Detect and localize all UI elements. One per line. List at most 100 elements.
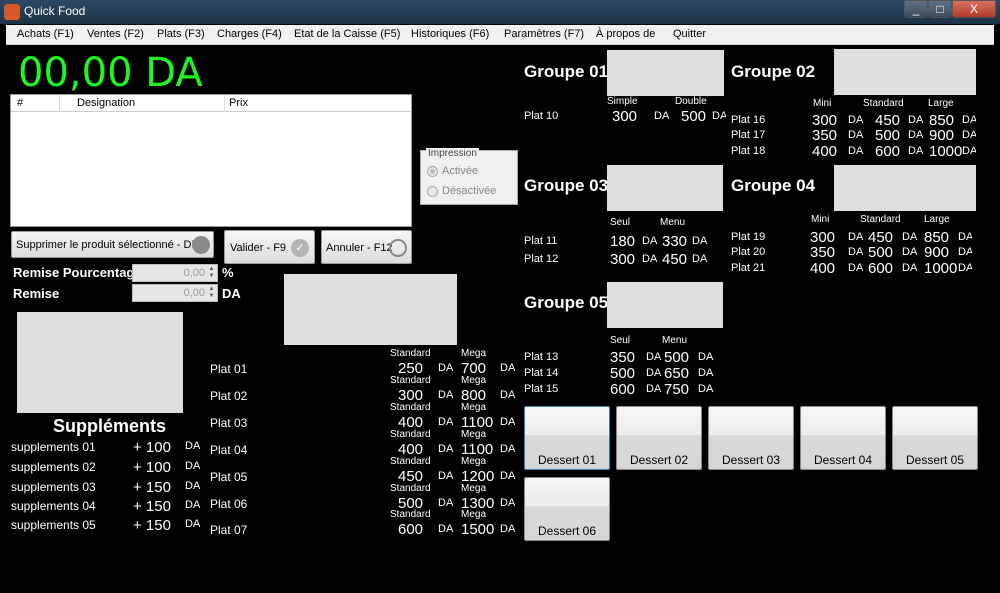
plat-name[interactable]: Plat 21: [731, 262, 765, 274]
plat-price[interactable]: 400: [810, 260, 835, 277]
plat-price[interactable]: 500: [664, 349, 689, 366]
plat-name[interactable]: Plat 11: [524, 235, 557, 247]
supplement-name[interactable]: supplements 04: [11, 499, 96, 513]
plat-price[interactable]: 750: [664, 381, 689, 398]
dessert-button[interactable]: Dessert 02: [616, 406, 702, 470]
group-title: Groupe 01: [524, 62, 609, 81]
radio-activee[interactable]: [427, 166, 438, 177]
supplement-price[interactable]: + 100: [133, 459, 171, 476]
remise-percent-spinner[interactable]: ▲ ▼: [207, 266, 216, 280]
maximize-button[interactable]: □: [928, 0, 952, 18]
column-header-number[interactable]: #: [17, 97, 23, 109]
plat-price[interactable]: 1000: [924, 260, 957, 277]
group-image: [834, 49, 976, 95]
plat-price[interactable]: 350: [810, 244, 835, 261]
remise-amount-input[interactable]: 0,00 ▲ ▼: [132, 284, 218, 302]
plat-price[interactable]: 400: [812, 143, 837, 160]
plat-name[interactable]: Plat 06: [210, 497, 247, 511]
plat-price[interactable]: 1000: [929, 143, 962, 160]
plat-price[interactable]: 350: [610, 349, 635, 366]
price-unit: DA: [908, 129, 924, 141]
plat-price[interactable]: 450: [662, 251, 687, 268]
supplement-unit: DA: [185, 518, 200, 530]
plat-price[interactable]: 350: [812, 127, 837, 144]
plat-name[interactable]: Plat 13: [524, 351, 558, 363]
column-header-prix[interactable]: Prix: [229, 97, 248, 109]
plat-name[interactable]: Plat 01: [210, 362, 247, 376]
menu-a-propos[interactable]: À propos de: [596, 28, 655, 40]
plat-name[interactable]: Plat 20: [731, 246, 765, 258]
order-table[interactable]: # Designation Prix: [10, 94, 412, 227]
plat-name[interactable]: Plat 03: [210, 416, 247, 430]
dessert-button[interactable]: Dessert 04: [800, 406, 886, 470]
supplements-image: [17, 312, 183, 413]
plat-name[interactable]: Plat 02: [210, 389, 247, 403]
supplement-name[interactable]: supplements 01: [11, 440, 96, 454]
group-image: [607, 165, 723, 211]
dessert-label: Dessert 06: [537, 524, 597, 538]
radio-activee-label[interactable]: Activée: [442, 165, 478, 177]
plat-price[interactable]: 180: [610, 233, 635, 250]
plat-price[interactable]: 330: [662, 233, 687, 250]
plat-name[interactable]: Plat 14: [524, 367, 558, 379]
menu-parametres[interactable]: Paramètres (F7): [504, 28, 584, 40]
plat-name[interactable]: Plat 18: [731, 145, 765, 157]
menu-charges[interactable]: Charges (F4): [217, 28, 282, 40]
plat-price[interactable]: 500: [875, 127, 900, 144]
plat-price[interactable]: 500: [681, 108, 706, 125]
supplement-price[interactable]: + 150: [133, 479, 171, 496]
menu-etat-caisse[interactable]: Etat de la Caisse (F5): [294, 28, 400, 40]
plat-name[interactable]: Plat 07: [210, 523, 247, 537]
plat-price-standard[interactable]: 600: [398, 521, 423, 538]
size-label-mega: Mega: [461, 456, 487, 467]
validate-button[interactable]: Valider - F9 ✓: [224, 230, 315, 264]
cancel-button[interactable]: Annuler - F12: [321, 230, 412, 264]
plat-price[interactable]: 600: [875, 143, 900, 160]
plat-name[interactable]: Plat 15: [524, 383, 558, 395]
plat-price[interactable]: 300: [610, 251, 635, 268]
menu-ventes[interactable]: Ventes (F2): [87, 28, 144, 40]
menu-plats[interactable]: Plats (F3): [157, 28, 205, 40]
supplement-price[interactable]: + 100: [133, 439, 171, 456]
menu-quitter[interactable]: Quitter: [673, 28, 706, 40]
plat-price[interactable]: 600: [868, 260, 893, 277]
dessert-label: Dessert 05: [905, 453, 965, 467]
plat-name[interactable]: Plat 05: [210, 470, 247, 484]
plat-name[interactable]: Plat 12: [524, 253, 558, 265]
supplement-price[interactable]: + 150: [133, 498, 171, 515]
plat-price[interactable]: 300: [612, 108, 637, 125]
plat-price[interactable]: 600: [610, 381, 635, 398]
column-header-designation[interactable]: Designation: [77, 97, 135, 109]
plat-price[interactable]: 500: [868, 244, 893, 261]
plat-price[interactable]: 900: [924, 244, 949, 261]
menu-historiques[interactable]: Historiques (F6): [411, 28, 489, 40]
delete-product-button[interactable]: Supprimer le produit sélectionné - DEL: [11, 231, 214, 258]
supplement-name[interactable]: supplements 05: [11, 518, 96, 532]
radio-desactivee[interactable]: [427, 186, 438, 197]
dessert-button[interactable]: Dessert 01: [524, 406, 610, 470]
plat-name[interactable]: Plat 04: [210, 443, 247, 457]
plat-name[interactable]: Plat 16: [731, 114, 765, 126]
minimize-button[interactable]: _: [904, 0, 928, 18]
dessert-button[interactable]: Dessert 06: [524, 477, 610, 541]
plat-price[interactable]: 900: [929, 127, 954, 144]
plat-price[interactable]: 500: [610, 365, 635, 382]
remise-amount-spinner[interactable]: ▲ ▼: [207, 286, 216, 300]
supplement-price[interactable]: + 150: [133, 517, 171, 534]
dessert-button[interactable]: Dessert 05: [892, 406, 978, 470]
radio-desactivee-label[interactable]: Désactivée: [442, 185, 496, 197]
plat-price[interactable]: 650: [664, 365, 689, 382]
supplement-name[interactable]: supplements 03: [11, 480, 96, 494]
plat-name[interactable]: Plat 17: [731, 129, 765, 141]
remise-percent-input[interactable]: 0,00 ▲ ▼: [132, 264, 218, 282]
menu-achats[interactable]: Achats (F1): [17, 28, 74, 40]
dessert-button[interactable]: Dessert 03: [708, 406, 794, 470]
supplement-name[interactable]: supplements 02: [11, 460, 96, 474]
close-button[interactable]: X: [952, 0, 996, 18]
plat-price-mega[interactable]: 1500: [461, 521, 494, 538]
plat-name[interactable]: Plat 19: [731, 231, 765, 243]
price-unit: DA: [962, 145, 976, 157]
plat-name[interactable]: Plat 10: [524, 110, 558, 122]
impression-legend: Impression: [426, 148, 479, 159]
size-label: Seul: [610, 217, 631, 228]
